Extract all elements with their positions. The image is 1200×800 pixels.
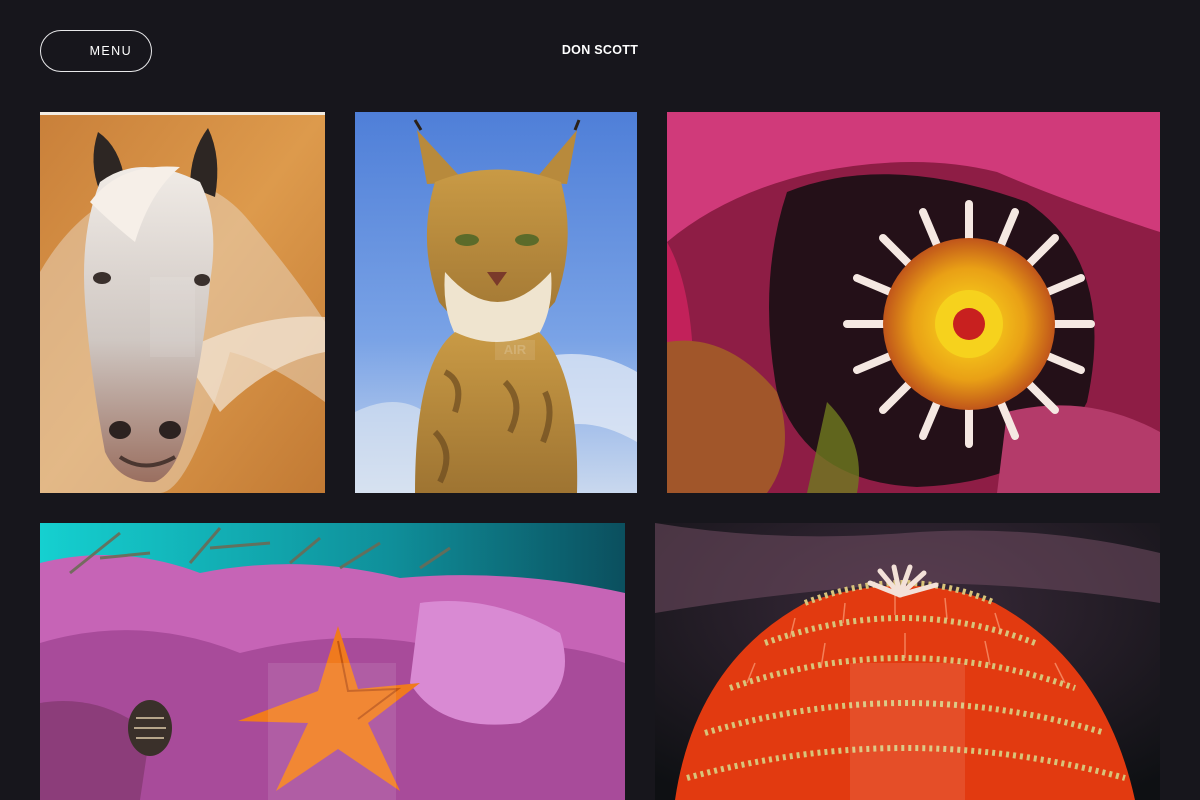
menu-button[interactable]: MENU [40, 30, 152, 72]
gallery-item-horse-painting[interactable] [40, 112, 325, 493]
horse-painting-image [40, 112, 325, 493]
lynx-painting-image [355, 112, 637, 493]
gallery-item-starfish-photo[interactable] [40, 523, 625, 800]
sea-anemone-image [667, 112, 1160, 493]
gallery-item-sea-anemone-photo[interactable] [667, 112, 1160, 493]
menu-button-label: MENU [89, 44, 132, 58]
red-coral-image [655, 523, 1160, 800]
gallery-item-lynx-painting[interactable]: AIR [355, 112, 637, 493]
gallery-item-red-coral-photo[interactable] [655, 523, 1160, 800]
site-title[interactable]: DON SCOTT [500, 43, 700, 57]
starfish-image [40, 523, 625, 800]
site-header: MENU DON SCOTT [0, 0, 1200, 112]
watermark-lynx: AIR [495, 340, 535, 360]
